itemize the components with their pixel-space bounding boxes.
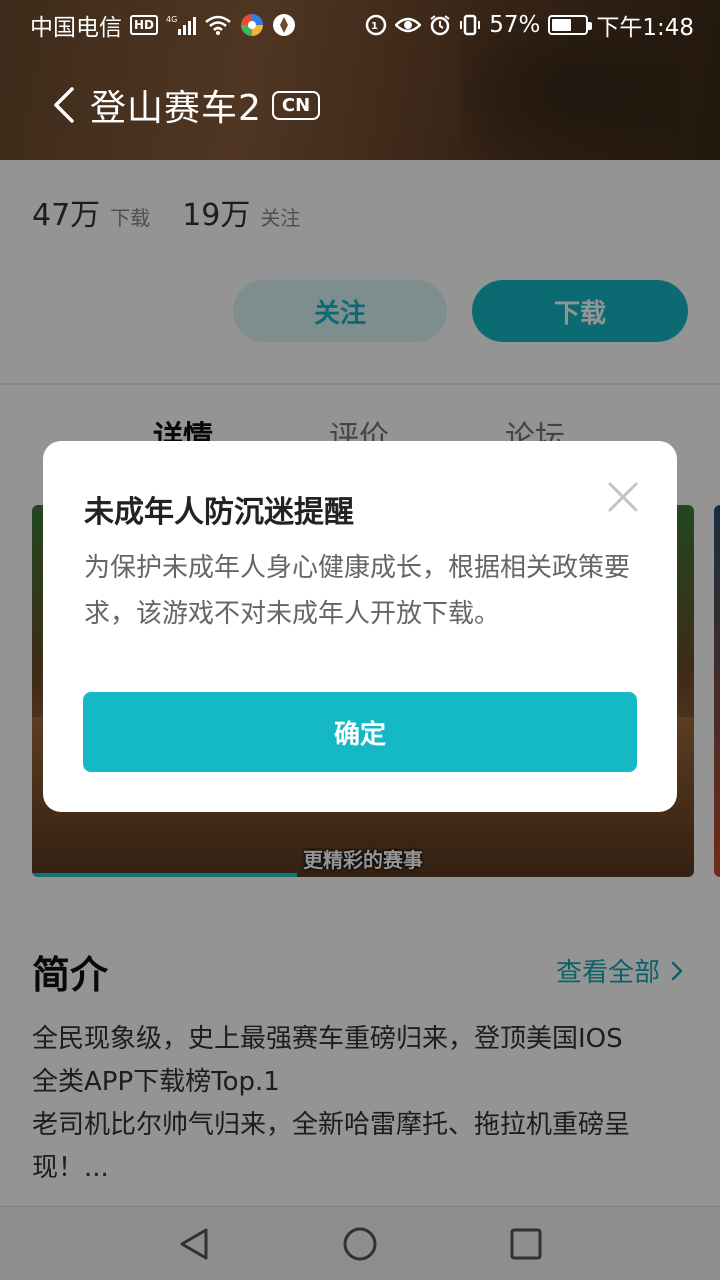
carrier-name: 中国电信 bbox=[30, 15, 122, 41]
battery-percent: 57% bbox=[489, 12, 541, 38]
app-header: 中国电信 HD 4G 1 57% 下午1:48 登山赛车2 CN bbox=[0, 0, 720, 160]
data-saver-icon: 1 bbox=[365, 14, 387, 36]
confirm-button[interactable]: 确定 bbox=[83, 692, 637, 772]
clock: 下午1:48 bbox=[596, 15, 694, 41]
wifi-icon bbox=[204, 14, 232, 36]
back-button[interactable] bbox=[32, 73, 96, 137]
anti-addiction-dialog: 未成年人防沉迷提醒 为保护未成年人身心健康成长，根据相关政策要求，该游戏不对未成… bbox=[43, 441, 677, 812]
app-notification-icon bbox=[240, 13, 264, 37]
hd-icon: HD bbox=[130, 15, 159, 35]
app-bar: 登山赛车2 CN bbox=[0, 62, 720, 148]
chevron-left-icon bbox=[54, 87, 74, 123]
status-bar: 中国电信 HD 4G 1 57% 下午1:48 bbox=[0, 0, 720, 50]
region-badge: CN bbox=[271, 90, 321, 120]
close-icon bbox=[608, 482, 638, 512]
signal-icon: 4G bbox=[166, 14, 197, 36]
network-type: 4G bbox=[166, 15, 177, 24]
battery-icon bbox=[548, 15, 593, 35]
alarm-icon bbox=[429, 14, 451, 36]
vibrate-icon bbox=[459, 14, 481, 36]
battery-fill bbox=[552, 19, 571, 31]
dialog-message: 为保护未成年人身心健康成长，根据相关政策要求，该游戏不对未成年人开放下载。 bbox=[84, 553, 631, 629]
app-title: 登山赛车2 bbox=[90, 88, 262, 129]
dialog-title: 未成年人防沉迷提醒 bbox=[84, 495, 354, 530]
svg-text:1: 1 bbox=[371, 21, 378, 32]
eye-comfort-icon bbox=[395, 15, 422, 35]
dialog-close-button[interactable] bbox=[605, 479, 641, 515]
sync-notification-icon bbox=[272, 13, 296, 37]
